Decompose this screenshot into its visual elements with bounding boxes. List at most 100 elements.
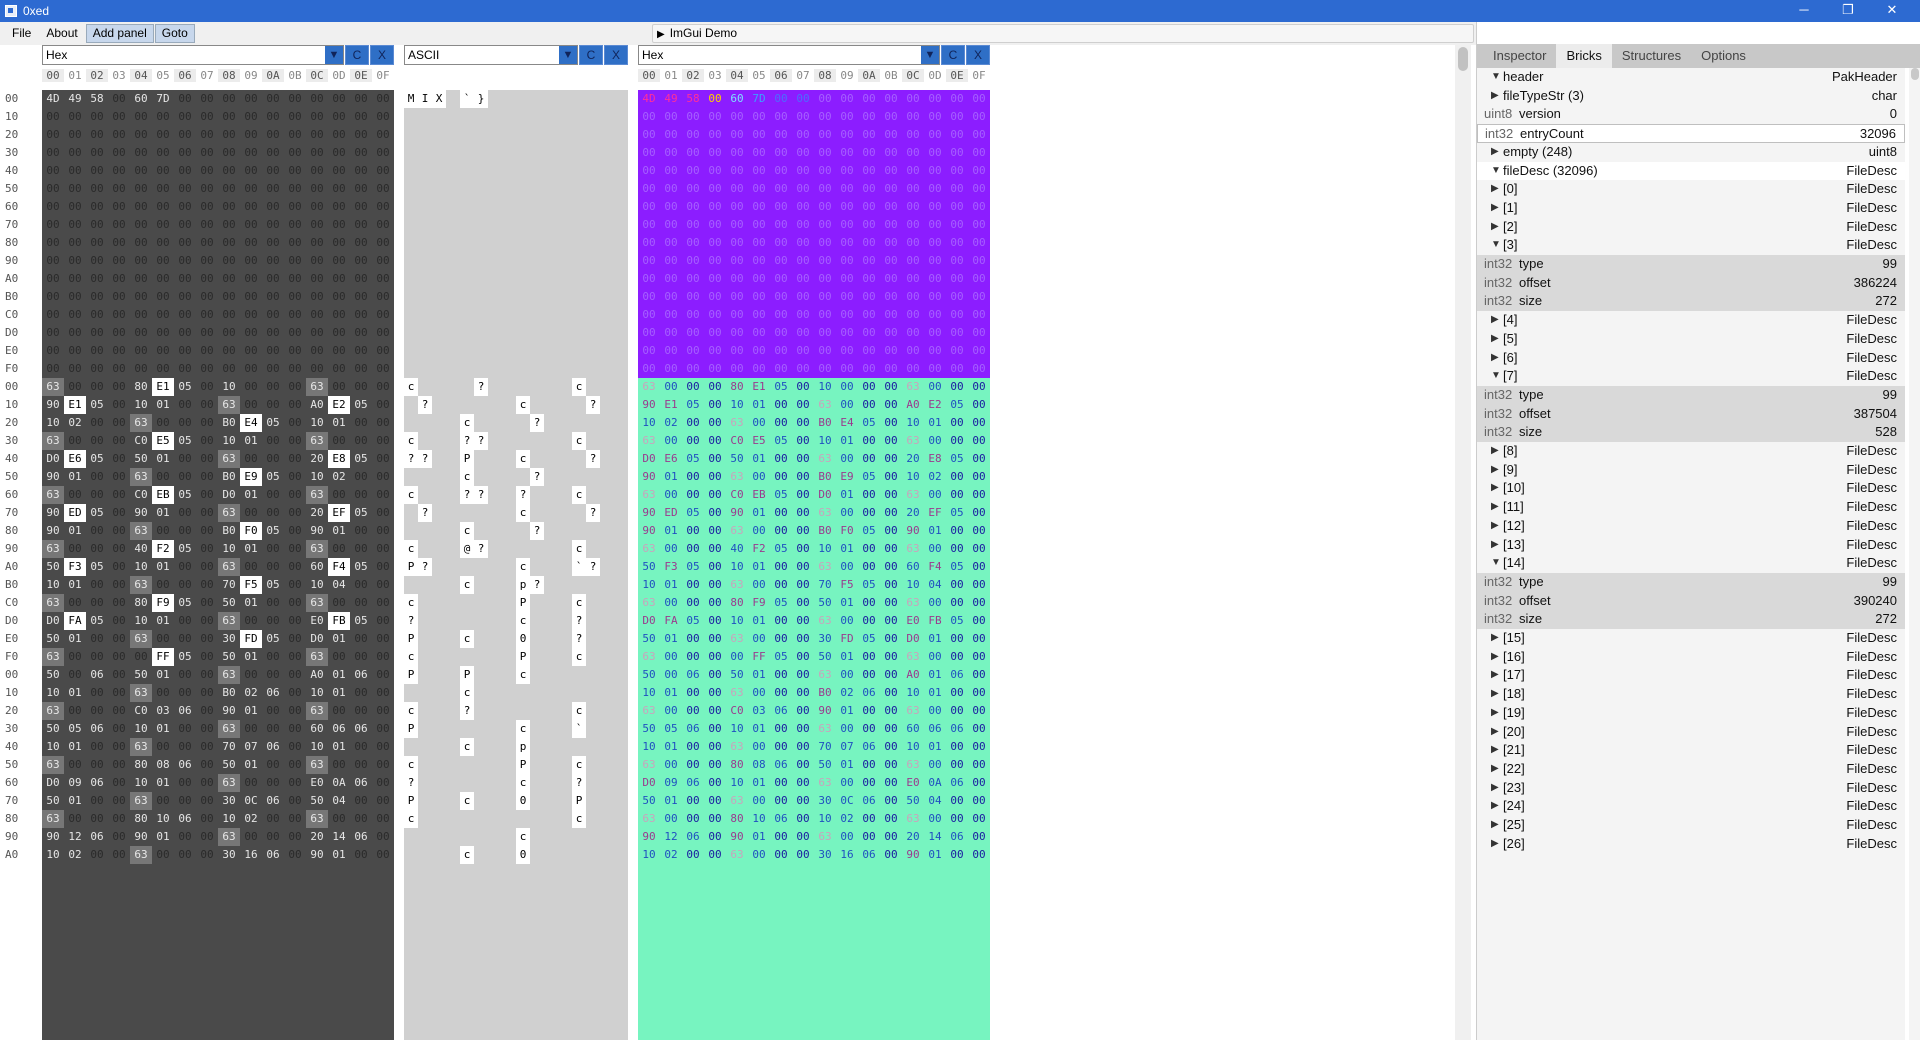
hex-byte[interactable]: 00 (350, 144, 372, 162)
expanded-triangle-icon[interactable]: ▼ (1491, 367, 1501, 386)
hex-byte[interactable]: 00 (284, 378, 306, 396)
hex-byte[interactable]: 06 (86, 828, 108, 846)
hex-byte[interactable]: C0 (130, 432, 152, 450)
tree-node[interactable]: ▶ [21] FileDesc (1477, 741, 1905, 760)
hex-byte-colored[interactable]: 00 (704, 216, 726, 234)
ascii-char[interactable]: c (572, 594, 586, 612)
hex-byte-colored[interactable]: 10 (902, 414, 924, 432)
hex-byte[interactable]: 00 (240, 378, 262, 396)
hex-byte-colored[interactable]: 00 (704, 756, 726, 774)
hex-byte[interactable]: 00 (262, 180, 284, 198)
hex-byte[interactable]: 06 (350, 774, 372, 792)
hex-byte-colored[interactable]: 00 (858, 342, 880, 360)
hex-byte-colored[interactable]: 05 (946, 504, 968, 522)
hex-byte[interactable]: 00 (86, 594, 108, 612)
hex-byte[interactable]: 00 (372, 306, 394, 324)
hex-byte-colored[interactable]: 00 (748, 324, 770, 342)
hex-byte-colored[interactable]: 00 (704, 306, 726, 324)
tree-node[interactable]: ▶ [5] FileDesc (1477, 330, 1905, 349)
hex-byte-colored[interactable]: 00 (836, 90, 858, 108)
hex-byte[interactable]: 00 (152, 216, 174, 234)
hex-byte[interactable]: 00 (174, 144, 196, 162)
hex-byte[interactable]: 90 (42, 828, 64, 846)
hex-byte-colored[interactable]: 00 (660, 810, 682, 828)
hex-byte[interactable]: 00 (262, 432, 284, 450)
menu-about[interactable]: About (39, 24, 84, 43)
hex-byte-colored[interactable]: 00 (638, 216, 660, 234)
hex-byte[interactable]: 00 (306, 108, 328, 126)
hex-byte[interactable]: 00 (196, 810, 218, 828)
hex-byte-colored[interactable]: 06 (770, 702, 792, 720)
tree-node[interactable]: ▶ [6] FileDesc (1477, 349, 1905, 368)
hex-byte[interactable]: F3 (64, 558, 86, 576)
collapsed-triangle-icon[interactable]: ▶ (1491, 760, 1499, 779)
hex-byte[interactable]: 00 (240, 360, 262, 378)
tree-field[interactable]: int32 entryCount 32096 (1477, 124, 1905, 143)
hex-byte[interactable]: 20 (306, 450, 328, 468)
hex-byte[interactable]: 63 (218, 828, 240, 846)
hex-byte-colored[interactable]: 63 (726, 684, 748, 702)
hex-byte[interactable]: 01 (328, 522, 350, 540)
hex-byte-colored[interactable]: 00 (902, 144, 924, 162)
ascii-char[interactable]: ? (418, 504, 432, 522)
hex-byte[interactable]: 00 (284, 450, 306, 468)
hex-byte-colored[interactable]: 00 (880, 522, 902, 540)
tree-node[interactable]: ▶ [9] FileDesc (1477, 461, 1905, 480)
hex-byte-colored[interactable]: 00 (924, 144, 946, 162)
hex-byte-colored[interactable]: 00 (880, 342, 902, 360)
hex-byte[interactable]: 00 (262, 252, 284, 270)
hex-byte-colored[interactable]: 00 (660, 216, 682, 234)
hex-byte[interactable]: 50 (42, 792, 64, 810)
hex-byte[interactable]: 00 (240, 288, 262, 306)
collapsed-triangle-icon[interactable]: ▶ (1491, 704, 1499, 723)
hex-byte[interactable]: F9 (152, 594, 174, 612)
hex-byte[interactable]: 00 (64, 540, 86, 558)
hex-byte[interactable]: 10 (306, 684, 328, 702)
hex-byte-colored[interactable]: 01 (748, 396, 770, 414)
hex-byte-colored[interactable]: E4 (836, 414, 858, 432)
ascii-char[interactable]: ? (586, 504, 600, 522)
ascii-char[interactable]: c (516, 450, 530, 468)
panel-3-close-button[interactable]: X (966, 45, 990, 65)
hex-byte-colored[interactable]: 00 (946, 270, 968, 288)
hex-byte-colored[interactable]: 00 (660, 378, 682, 396)
hex-byte-colored[interactable]: 00 (638, 126, 660, 144)
hex-byte-colored[interactable]: 20 (902, 504, 924, 522)
hex-byte-colored[interactable]: ED (660, 504, 682, 522)
hex-byte-colored[interactable]: 00 (858, 774, 880, 792)
hex-byte[interactable]: 00 (86, 270, 108, 288)
ascii-char[interactable]: c (516, 396, 530, 414)
hex-byte-colored[interactable]: 63 (814, 504, 836, 522)
hex-byte-colored[interactable]: 10 (814, 540, 836, 558)
hex-byte[interactable]: 00 (284, 324, 306, 342)
hex-byte[interactable]: 00 (262, 108, 284, 126)
hex-byte-colored[interactable]: 00 (704, 810, 726, 828)
hex-byte-colored[interactable]: 00 (704, 648, 726, 666)
hex-byte[interactable]: 00 (328, 324, 350, 342)
hex-byte[interactable]: 00 (350, 648, 372, 666)
panel-2-c-button[interactable]: C (579, 45, 603, 65)
hex-byte[interactable]: 00 (306, 306, 328, 324)
hex-byte[interactable]: 00 (42, 162, 64, 180)
hex-byte-colored[interactable]: 00 (770, 504, 792, 522)
hex-byte[interactable]: 00 (196, 342, 218, 360)
hex-byte-colored[interactable]: 00 (660, 666, 682, 684)
hex-byte[interactable]: 00 (196, 486, 218, 504)
hex-byte[interactable]: 00 (130, 162, 152, 180)
ascii-char[interactable]: c (404, 378, 418, 396)
hex-byte-colored[interactable]: 00 (770, 324, 792, 342)
ascii-char[interactable]: P (404, 720, 418, 738)
hex-byte-colored[interactable]: 00 (946, 324, 968, 342)
hex-byte-colored[interactable]: 00 (748, 126, 770, 144)
hex-byte[interactable]: 00 (174, 522, 196, 540)
hex-byte[interactable]: 01 (328, 414, 350, 432)
hex-byte[interactable]: E2 (328, 396, 350, 414)
hex-byte-colored[interactable]: 00 (770, 558, 792, 576)
hex-byte[interactable]: 63 (130, 522, 152, 540)
hex-byte-colored[interactable]: 00 (880, 90, 902, 108)
hex-byte-colored[interactable]: 00 (638, 198, 660, 216)
hex-byte-colored[interactable]: 05 (770, 540, 792, 558)
hex-byte[interactable]: 00 (306, 342, 328, 360)
hex-byte-colored[interactable]: 00 (770, 414, 792, 432)
hex-byte-colored[interactable]: 00 (748, 414, 770, 432)
